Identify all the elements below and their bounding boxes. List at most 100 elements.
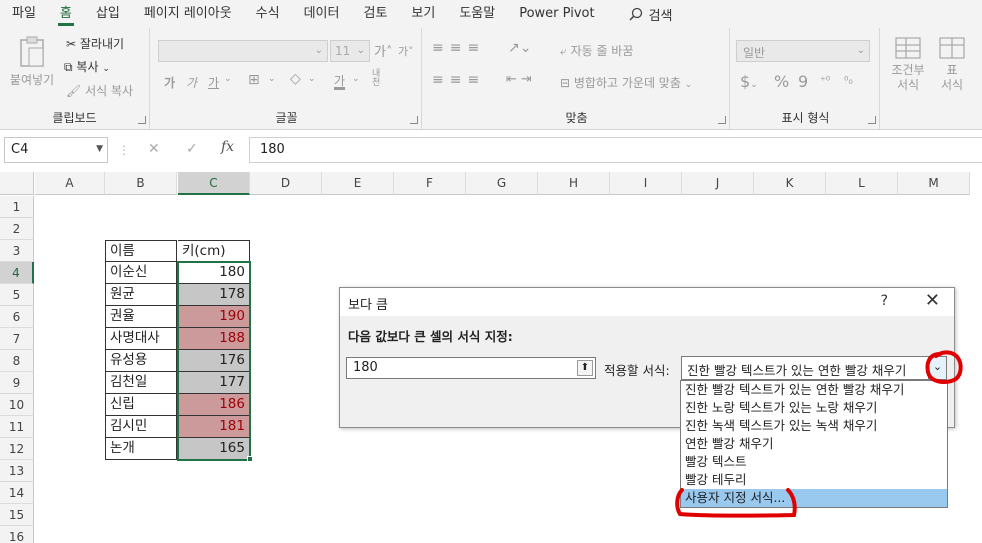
font-launcher-icon[interactable] [410, 116, 418, 124]
format-option[interactable]: 빨강 텍스트 [681, 453, 947, 471]
format-option-custom[interactable]: 사용자 지정 서식... [681, 489, 947, 507]
tab-file[interactable]: 파일 [0, 0, 48, 28]
tab-view[interactable]: 보기 [399, 0, 447, 28]
table-cell-height[interactable]: 177 [178, 372, 250, 394]
format-dropdown-button[interactable]: ⌄ [928, 357, 946, 379]
format-option[interactable]: 빨강 테두리 [681, 471, 947, 489]
table-cell-name[interactable]: 김천일 [105, 372, 177, 394]
format-option[interactable]: 연한 빨강 채우기 [681, 435, 947, 453]
cut-button[interactable]: ✂ 잘라내기 [66, 35, 124, 52]
column-header-i[interactable]: I [610, 172, 682, 195]
enter-icon[interactable]: ✓ [186, 141, 198, 157]
column-header-b[interactable]: B [105, 172, 177, 195]
column-header-h[interactable]: H [538, 172, 610, 195]
table-cell-name[interactable]: 김시민 [105, 416, 177, 438]
column-header-a[interactable]: A [35, 172, 105, 195]
row-header-12[interactable]: 12 [0, 438, 34, 460]
table-header-name[interactable]: 이름 [105, 240, 177, 262]
table-cell-height[interactable]: 180 [178, 262, 250, 284]
orientation-icon[interactable]: ↗⌄ [508, 40, 531, 56]
tab-data[interactable]: 데이터 [292, 0, 352, 28]
table-cell-height[interactable]: 190 [178, 306, 250, 328]
percent-button[interactable]: % [774, 72, 789, 91]
format-option[interactable]: 진한 녹색 텍스트가 있는 녹색 채우기 [681, 417, 947, 435]
row-header-5[interactable]: 5 [0, 284, 34, 306]
search-box[interactable]: 검색 [629, 5, 673, 24]
grow-font-button[interactable]: 가˄ [374, 41, 392, 60]
tab-page-layout[interactable]: 페이지 레이아웃 [132, 0, 244, 28]
shrink-font-button[interactable]: 가˅ [398, 43, 414, 59]
column-header-e[interactable]: E [322, 172, 394, 195]
table-cell-height[interactable]: 178 [178, 284, 250, 306]
row-header-8[interactable]: 8 [0, 350, 34, 372]
insert-function-button[interactable]: fx [221, 139, 234, 155]
tab-formulas[interactable]: 수식 [244, 0, 292, 28]
paste-button[interactable]: 붙여넣기 [8, 36, 56, 96]
number-launcher-icon[interactable] [868, 116, 876, 124]
chevron-down-icon[interactable]: ⌄ [352, 74, 360, 84]
row-header-13[interactable]: 13 [0, 460, 34, 482]
phonetic-button[interactable]: 내천 [372, 70, 388, 88]
font-color-button[interactable]: 가 [334, 72, 345, 89]
format-painter-button[interactable]: 🖌 서식 복사 [66, 82, 133, 99]
copy-button[interactable]: ⧉ 복사 ⌄ [64, 58, 110, 75]
table-cell-name[interactable]: 이순신 [105, 262, 177, 284]
threshold-value-input[interactable]: 180 ⬆ [346, 357, 596, 379]
row-header-7[interactable]: 7 [0, 328, 34, 350]
formula-input[interactable]: 180 [249, 137, 982, 163]
table-cell-name[interactable]: 논개 [105, 438, 177, 460]
clipboard-launcher-icon[interactable] [138, 116, 146, 124]
conditional-format-button[interactable]: 조건부 서식 [886, 36, 930, 93]
column-header-k[interactable]: K [754, 172, 826, 195]
format-as-table-button[interactable]: 표 서식 [932, 36, 972, 93]
table-cell-height[interactable]: 176 [178, 350, 250, 372]
row-header-1[interactable]: 1 [0, 196, 34, 218]
row-header-3[interactable]: 3 [0, 240, 34, 262]
row-header-9[interactable]: 9 [0, 372, 34, 394]
tab-insert[interactable]: 삽입 [84, 0, 132, 28]
row-header-15[interactable]: 15 [0, 504, 34, 526]
table-cell-height[interactable]: 186 [178, 394, 250, 416]
help-button[interactable]: ? [881, 293, 888, 309]
row-header-6[interactable]: 6 [0, 306, 34, 328]
table-cell-name[interactable]: 신립 [105, 394, 177, 416]
italic-button[interactable]: 가 [186, 74, 197, 91]
currency-button[interactable]: $⌄ [740, 72, 758, 91]
select-all-button[interactable] [0, 172, 34, 195]
column-header-c[interactable]: C [178, 172, 250, 195]
table-cell-height[interactable]: 188 [178, 328, 250, 350]
increase-decimal-icon[interactable]: ⁺⁰ [820, 74, 830, 87]
column-header-f[interactable]: F [394, 172, 466, 195]
alignment-launcher-icon[interactable] [718, 116, 726, 124]
bold-button[interactable]: 가 [164, 74, 175, 91]
comma-button[interactable]: 9 [798, 72, 808, 91]
cancel-icon[interactable]: ✕ [148, 141, 160, 157]
merge-center-button[interactable]: ⊟ 병합하고 가운데 맞춤 ⌄ [560, 74, 692, 91]
underline-button[interactable]: 가 [208, 74, 219, 91]
table-cell-height[interactable]: 181 [178, 416, 250, 438]
tab-power-pivot[interactable]: Power Pivot [507, 0, 606, 28]
chevron-down-icon[interactable]: ⌄ [268, 74, 276, 84]
table-cell-name[interactable]: 사명대사 [105, 328, 177, 350]
fill-color-icon[interactable]: ◇ [290, 71, 301, 87]
wrap-text-button[interactable]: ⤶ 자동 줄 바꿈 [560, 42, 633, 59]
horizontal-align-icons[interactable]: ≡≡≡ [432, 72, 485, 88]
name-box[interactable]: C4 ▼ [4, 137, 108, 163]
fill-handle[interactable] [247, 456, 253, 462]
format-select[interactable]: 진한 빨강 텍스트가 있는 연한 빨강 채우기 ⌄ [681, 356, 947, 380]
row-header-4[interactable]: 4 [0, 262, 34, 284]
column-header-m[interactable]: M [898, 172, 970, 195]
table-header-height[interactable]: 키(cm) [178, 240, 250, 262]
border-icon[interactable]: ⊞ [248, 72, 260, 88]
row-header-14[interactable]: 14 [0, 482, 34, 504]
chevron-down-icon[interactable]: ⌄ [224, 74, 232, 84]
format-option[interactable]: 진한 노랑 텍스트가 있는 노랑 채우기 [681, 399, 947, 417]
close-button[interactable]: ✕ [925, 290, 940, 311]
table-cell-height[interactable]: 165 [178, 438, 250, 460]
column-header-j[interactable]: J [682, 172, 754, 195]
vertical-align-icons[interactable]: ≡≡≡ [432, 40, 485, 56]
tab-help[interactable]: 도움말 [447, 0, 507, 28]
row-header-10[interactable]: 10 [0, 394, 34, 416]
format-option[interactable]: 진한 빨강 텍스트가 있는 연한 빨강 채우기 [681, 381, 947, 399]
font-size-dropdown[interactable]: 11 ⌄ [330, 40, 370, 62]
